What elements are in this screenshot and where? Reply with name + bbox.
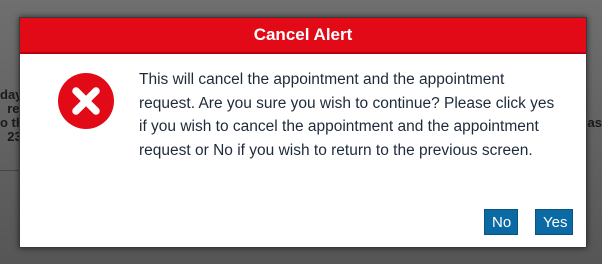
no-button[interactable]: No xyxy=(484,209,518,235)
background-text-right: as xyxy=(587,115,602,130)
cancel-alert-dialog: Cancel Alert This will cancel the appoin… xyxy=(19,17,587,248)
dialog-header: Cancel Alert xyxy=(20,18,586,54)
yes-button[interactable]: Yes xyxy=(535,209,573,235)
dialog-title: Cancel Alert xyxy=(253,25,353,44)
dialog-buttons: No Yes xyxy=(484,209,573,235)
error-x-icon xyxy=(57,72,115,130)
dialog-message: This will cancel the appointment and the… xyxy=(139,71,555,159)
